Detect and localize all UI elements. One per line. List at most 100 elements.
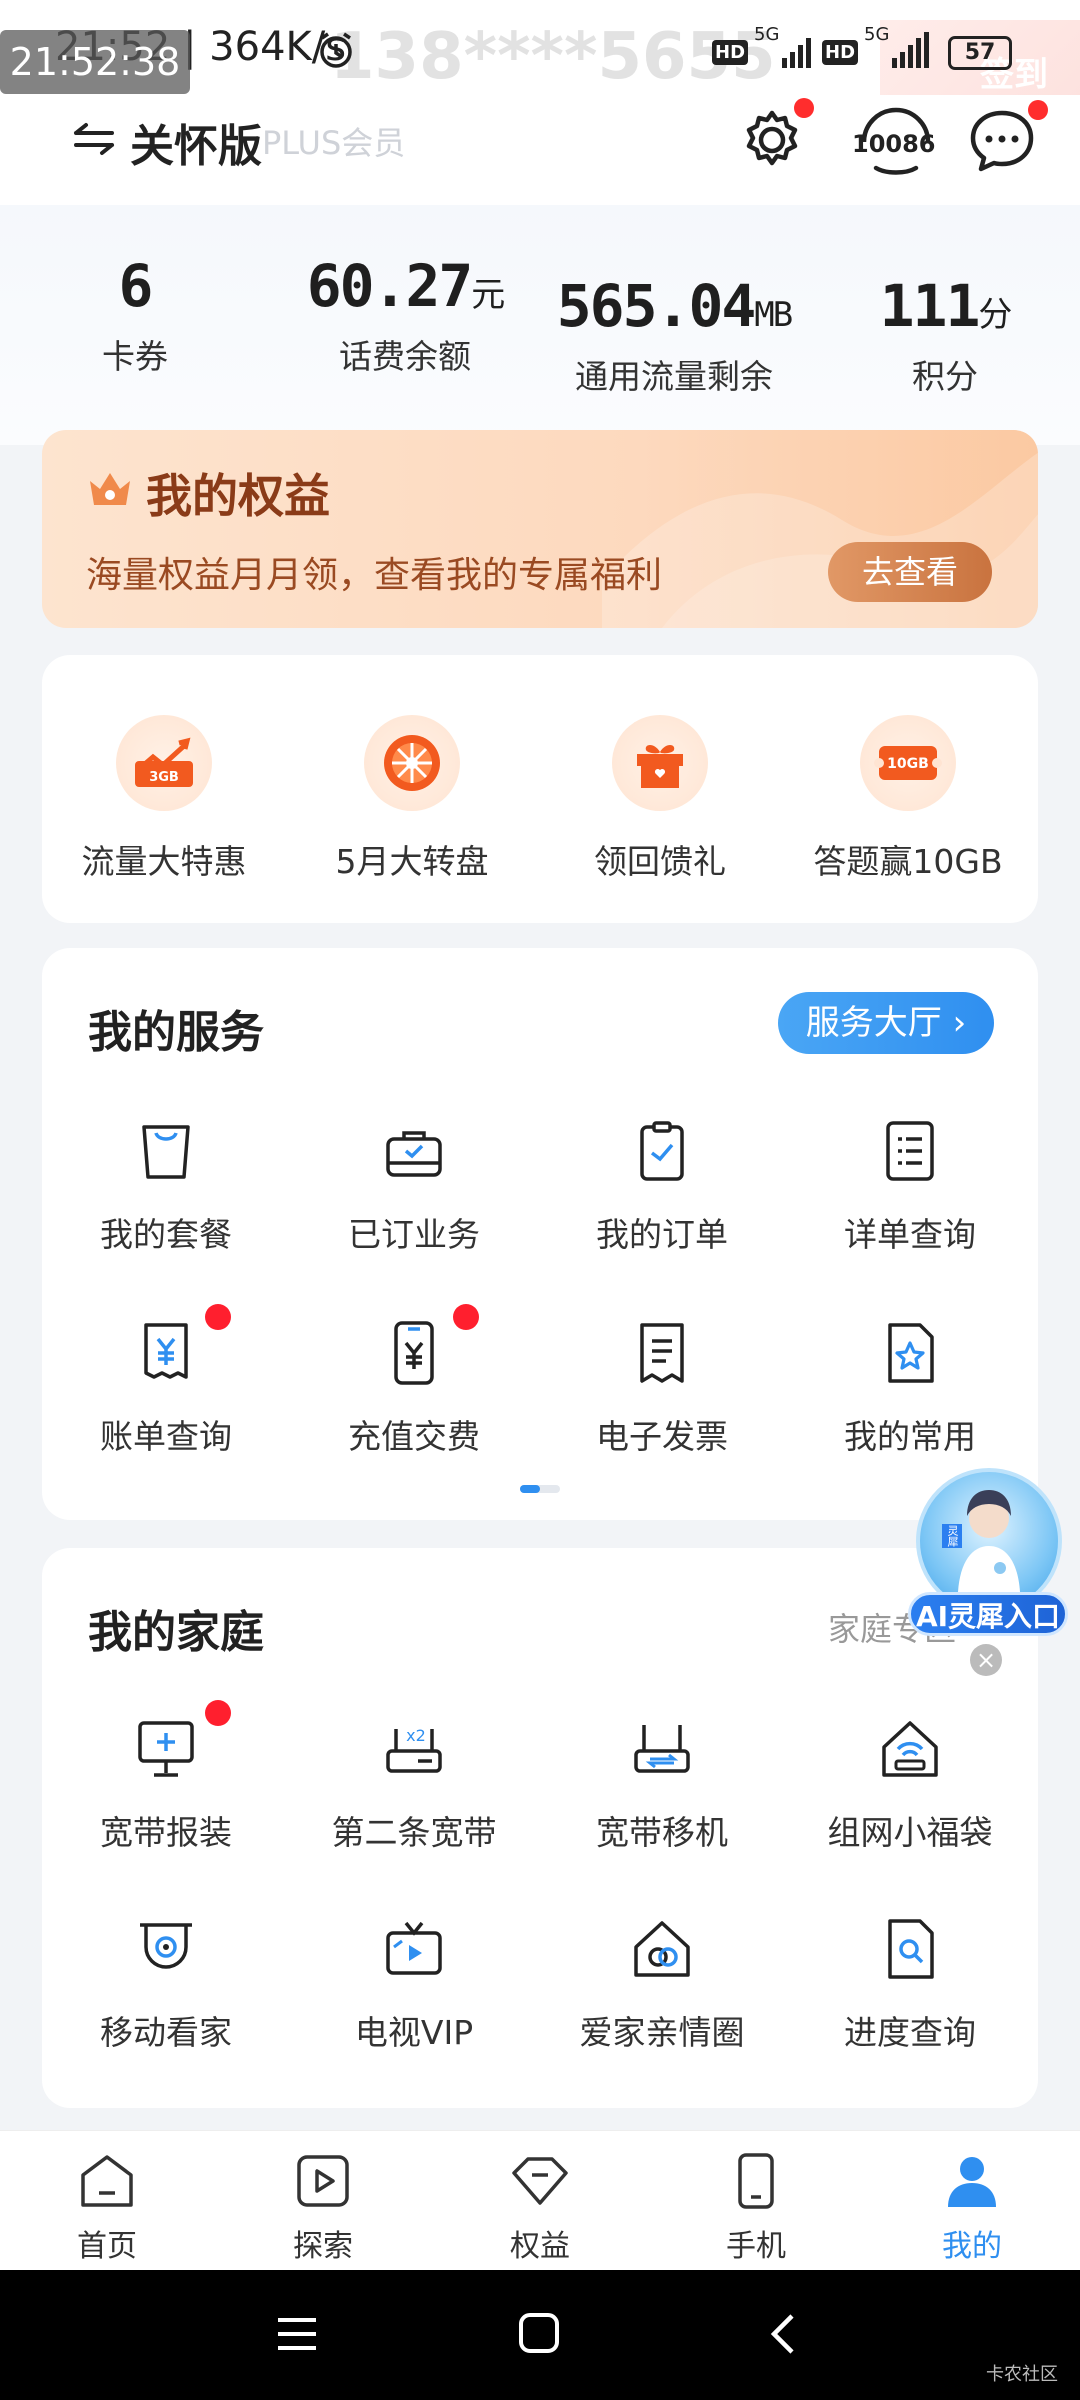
screen-record-time: 21:52:38: [0, 30, 190, 94]
family-item-tv-vip[interactable]: 电视VIP: [290, 1912, 538, 2054]
service-item-favorites[interactable]: 我的常用: [786, 1316, 1034, 1458]
service-label: 我的常用: [844, 1417, 976, 1456]
tab-mine[interactable]: 我的: [897, 2151, 1047, 2265]
family-item-broadband-install[interactable]: 宽带报装: [42, 1700, 290, 1854]
family-item-progress[interactable]: 进度查询: [786, 1912, 1034, 2054]
coupon-value: 6: [118, 252, 154, 320]
home-icon: [77, 2155, 137, 2215]
clipboard-check-icon: [625, 1114, 699, 1188]
gift-icon: [612, 715, 708, 811]
home-nav-icon[interactable]: [518, 2312, 560, 2358]
family-label: 移动看家: [100, 2013, 232, 2052]
points-stat[interactable]: 111分 积分: [850, 272, 1040, 398]
wheel-icon: [364, 715, 460, 811]
points-value: 111分: [850, 272, 1040, 340]
benefit-subtitle: 海量权益月月领，查看我的专属福利: [86, 555, 663, 596]
tab-label: 手机: [726, 2229, 786, 2264]
tab-benefits[interactable]: 权益: [465, 2151, 615, 2265]
signal-icon: 5G: [754, 24, 816, 74]
promo-item-quiz[interactable]: 10GB 答题赢10GB: [788, 715, 1028, 883]
family-item-mesh-bag[interactable]: 组网小福袋: [786, 1712, 1034, 1854]
gear-icon: [739, 107, 805, 177]
service-label: 已订业务: [348, 1215, 480, 1254]
ai-assistant-entry[interactable]: 灵犀 AI灵犀入口 ×: [908, 1468, 1068, 1676]
hd-badge: HD: [712, 39, 749, 65]
family-label: 宽带报装: [100, 1813, 232, 1852]
data-unit: MB: [754, 295, 793, 335]
monitor-plus-icon: [129, 1700, 231, 1786]
family-label: 进度查询: [844, 2013, 976, 2052]
ai-entry-label: AI灵犀入口: [908, 1592, 1068, 1636]
family-item-broadband-move[interactable]: 宽带移机: [538, 1712, 786, 1854]
close-icon[interactable]: ×: [970, 1644, 1002, 1676]
promo-item-traffic[interactable]: 3GB 流量大特惠: [44, 715, 284, 883]
coupon-stat[interactable]: 6 卡券: [40, 252, 230, 378]
list-doc-icon: [873, 1114, 947, 1188]
tab-home[interactable]: 首页: [32, 2151, 182, 2265]
service-item-orders[interactable]: 我的订单: [538, 1114, 786, 1256]
ai-badge-text: 灵犀: [942, 1524, 962, 1548]
message-button[interactable]: [962, 100, 1048, 182]
promo-item-gift[interactable]: 领回馈礼: [540, 715, 780, 883]
crown-icon: [86, 466, 134, 520]
hotline-button[interactable]: 10086: [846, 102, 946, 182]
bag-icon: [129, 1114, 203, 1188]
play-icon: [293, 2155, 353, 2215]
family-label: 爱家亲情圈: [579, 2013, 745, 2052]
care-mode-toggle[interactable]: 关怀版: [72, 110, 262, 174]
balance-stat[interactable]: 60.27元 话费余额: [290, 252, 520, 378]
alarm-icon: [316, 30, 356, 74]
promo-label: 领回馈礼: [594, 842, 726, 881]
settings-button[interactable]: [732, 98, 814, 182]
hotline-number: 10086: [852, 130, 936, 158]
diamond-icon: [508, 2157, 572, 2215]
care-mode-label: 关怀版: [130, 121, 262, 172]
promo-label: 答题赢10GB: [813, 842, 1003, 881]
benefit-banner[interactable]: 我的权益 海量权益月月领，查看我的专属福利 去查看: [42, 430, 1038, 628]
balance-amount: 60.27: [306, 252, 474, 320]
tab-label: 首页: [77, 2229, 137, 2264]
benefit-title-text: 我的权益: [146, 469, 330, 523]
bottom-tab-bar: 首页 探索 权益 手机 我的: [0, 2130, 1080, 2270]
promo-item-wheel[interactable]: 5月大转盘: [292, 715, 532, 883]
service-label: 账单查询: [100, 1417, 232, 1456]
user-icon: [942, 2157, 1002, 2215]
router-x2-icon: x2: [377, 1712, 451, 1786]
traffic-icon-text: 3GB: [149, 770, 179, 785]
assistant-avatar-icon: [958, 1490, 1020, 1592]
benefit-title: 我的权益: [86, 460, 330, 526]
data-remaining-stat[interactable]: 565.04MB 通用流量剩余: [552, 272, 796, 398]
service-hall-button[interactable]: 服务大厅 ›: [778, 992, 994, 1054]
services-title: 我的服务: [88, 1007, 264, 1058]
family-item-home-cam[interactable]: 移动看家: [42, 1912, 290, 2054]
service-item-subscribed[interactable]: 已订业务: [290, 1114, 538, 1256]
service-label: 电子发票: [596, 1417, 728, 1456]
invoice-icon: [625, 1316, 699, 1390]
service-item-plan[interactable]: 我的套餐: [42, 1114, 290, 1256]
service-item-invoice[interactable]: 电子发票: [538, 1316, 786, 1458]
promo-label: 5月大转盘: [335, 842, 489, 881]
back-icon[interactable]: [768, 2312, 798, 2360]
service-label: 详单查询: [844, 1215, 976, 1254]
data-amount: 565.04: [556, 272, 757, 340]
battery-indicator: 57: [948, 36, 1012, 70]
briefcase-check-icon: [377, 1114, 451, 1188]
service-item-recharge[interactable]: 充值交费: [290, 1304, 538, 1458]
search-doc-icon: [873, 1912, 947, 1986]
swap-icon: [72, 117, 116, 168]
broadband-install-badge: [205, 1700, 231, 1726]
family-item-family-circle[interactable]: 爱家亲情圈: [538, 1912, 786, 2054]
network-type-2: 5G: [864, 24, 890, 45]
service-item-details[interactable]: 详单查询: [786, 1114, 1034, 1256]
family-item-second-broadband[interactable]: x2 第二条宽带: [290, 1712, 538, 1854]
view-benefit-button[interactable]: 去查看: [828, 542, 992, 602]
family-title: 我的家庭: [88, 1607, 264, 1658]
tab-phone[interactable]: 手机: [681, 2151, 831, 2265]
service-item-bill[interactable]: 账单查询: [42, 1304, 290, 1458]
tab-explore[interactable]: 探索: [248, 2151, 398, 2265]
menu-icon[interactable]: [276, 2314, 318, 2358]
home-circle-icon: [625, 1912, 699, 1986]
member-ghost: PLUS会员: [262, 124, 406, 162]
family-card: 我的家庭 家庭专区 宽带报装 x2 第二条宽带 宽带移机 组网小福袋 移动看家 …: [42, 1548, 1038, 2108]
quiz-icon-text: 10GB: [887, 756, 929, 772]
